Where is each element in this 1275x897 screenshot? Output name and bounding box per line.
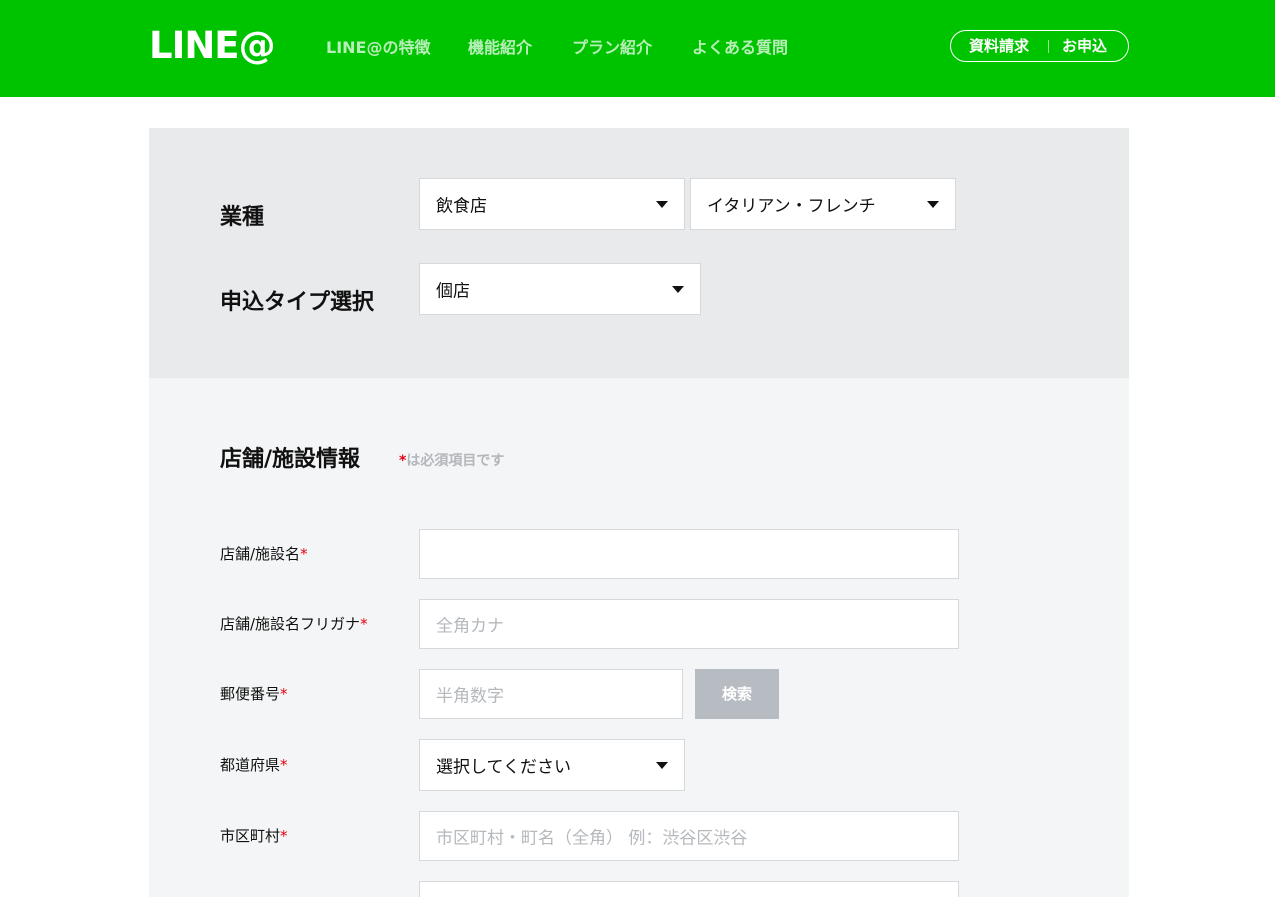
selection-panel: [149, 128, 1129, 378]
store-furigana-placeholder: 全角カナ: [436, 616, 504, 637]
required-mark: *: [300, 545, 308, 563]
required-mark: *: [360, 615, 368, 633]
industry-select-value: 飲食店: [436, 196, 487, 217]
nav-functions[interactable]: 機能紹介: [468, 38, 532, 58]
industry-label: 業種: [220, 205, 265, 230]
nav-faq[interactable]: よくある質問: [692, 38, 788, 58]
store-name-input[interactable]: [419, 529, 959, 579]
postal-code-input[interactable]: 半角数字: [419, 669, 683, 719]
apply-type-select-value: 個店: [436, 281, 470, 302]
city-placeholder: 市区町村・町名（全角） 例：渋谷区渋谷: [436, 828, 748, 849]
prefecture-label-text: 都道府県: [220, 756, 281, 774]
required-mark: *: [280, 756, 288, 774]
postal-code-placeholder: 半角数字: [436, 686, 504, 707]
next-field-input[interactable]: [419, 881, 959, 897]
caret-down-icon: [672, 286, 684, 293]
prefecture-select-value: 選択してください: [436, 757, 571, 778]
city-label-text: 市区町村: [220, 827, 281, 845]
header-cta-group: 資料請求 お申込: [950, 30, 1129, 62]
postal-code-label-text: 郵便番号: [220, 685, 281, 703]
site-header: LINE@ LINE@の特徴 機能紹介 プラン紹介 よくある質問 資料請求 お申…: [0, 0, 1275, 97]
subindustry-select-value: イタリアン・フレンチ: [707, 196, 876, 217]
nav-features[interactable]: LINE@の特徴: [326, 38, 430, 58]
apply-link[interactable]: お申込: [1062, 37, 1107, 56]
required-mark: *: [280, 685, 288, 703]
apply-type-label: 申込タイプ選択: [220, 290, 375, 315]
pill-divider: [1048, 40, 1049, 53]
city-label: 市区町村*: [220, 826, 288, 846]
prefecture-select[interactable]: 選択してください: [419, 739, 685, 791]
store-name-label: 店舗/施設名*: [220, 544, 308, 564]
industry-select[interactable]: 飲食店: [419, 178, 685, 230]
required-note-text: は必須項目です: [406, 453, 505, 469]
store-furigana-label-text: 店舗/施設名フリガナ: [220, 615, 361, 633]
postal-code-label: 郵便番号*: [220, 684, 288, 704]
request-docs-link[interactable]: 資料請求: [969, 37, 1029, 56]
nav-plans[interactable]: プラン紹介: [572, 38, 652, 58]
required-note: *は必須項目です: [399, 452, 504, 470]
section-title: 店舗/施設情報: [220, 447, 361, 472]
caret-down-icon: [656, 762, 668, 769]
city-input[interactable]: 市区町村・町名（全角） 例：渋谷区渋谷: [419, 811, 959, 861]
caret-down-icon: [927, 201, 939, 208]
subindustry-select[interactable]: イタリアン・フレンチ: [690, 178, 956, 230]
line-at-logo[interactable]: LINE@: [149, 24, 276, 68]
store-name-label-text: 店舗/施設名: [220, 545, 301, 563]
caret-down-icon: [656, 201, 668, 208]
postal-search-button[interactable]: 検索: [695, 669, 779, 719]
store-furigana-label: 店舗/施設名フリガナ*: [220, 614, 368, 634]
apply-type-select[interactable]: 個店: [419, 263, 701, 315]
required-mark: *: [280, 827, 288, 845]
prefecture-label: 都道府県*: [220, 755, 288, 775]
store-furigana-input[interactable]: 全角カナ: [419, 599, 959, 649]
